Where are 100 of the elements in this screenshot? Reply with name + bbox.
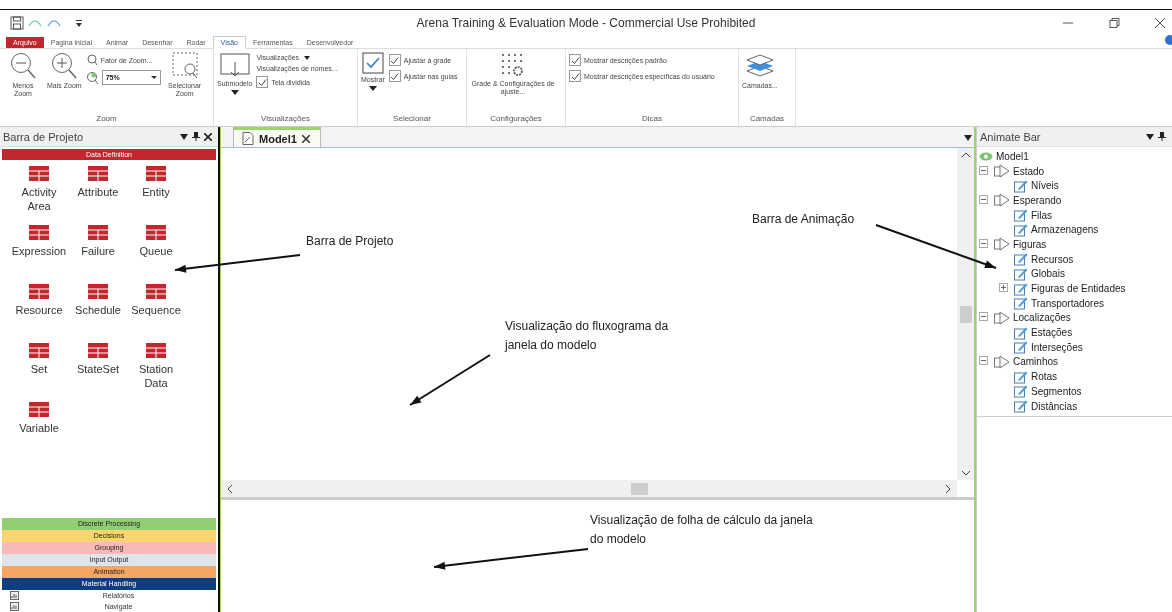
module-item[interactable]: Variable [9,402,69,461]
edit-icon [1014,252,1028,267]
checkbox-icon [361,52,384,74]
vertical-scrollbar[interactable] [957,148,974,480]
customize-menu-icon[interactable] [75,17,83,28]
module-item[interactable]: Set [9,343,69,402]
checkbox[interactable] [256,76,269,88]
report-icon [10,591,19,600]
tree-item[interactable]: Segmentos [1031,385,1082,397]
horizontal-scrollbar[interactable] [221,480,957,497]
tree-item[interactable]: Rotas [1031,371,1058,383]
scroll-left-icon[interactable] [227,484,233,493]
module-item[interactable]: Queue [127,225,185,284]
caret-icon [304,55,311,60]
edit-icon [1014,399,1028,414]
table-icon [146,284,166,299]
edit-icon [1014,178,1028,193]
module-item[interactable]: Schedule [69,284,127,343]
tree-item[interactable]: Filas [1031,209,1053,221]
scroll-thumb[interactable] [959,306,972,323]
panel-title: Animate Bar [980,130,1041,143]
tree-item[interactable]: Figuras [1013,238,1047,250]
expand-toggle[interactable] [979,194,988,206]
expand-toggle[interactable] [979,312,988,324]
module-item[interactable]: StateSet [69,343,127,402]
grid-gear-icon [500,52,526,78]
edit-icon [1014,208,1028,223]
checkbox[interactable] [388,70,401,82]
tree-item[interactable]: Níveis [1031,180,1059,192]
tree-item[interactable]: Globais [1031,268,1065,280]
tree-item[interactable]: Figuras de Entidades [1031,283,1126,295]
pin-icon[interactable] [1158,132,1166,141]
module-item[interactable]: Expression [9,225,69,284]
zoom-percent-icon [85,70,100,85]
animation-folder-icon [994,237,1010,252]
document-tab[interactable]: Model1 [233,127,321,147]
caret-icon [230,90,239,96]
checkbox[interactable] [388,54,401,66]
zoom-in-icon [51,52,78,80]
expand-toggle[interactable] [999,283,1008,295]
group-label: Selecionar [392,114,432,125]
table-icon [88,166,108,181]
restore-button[interactable] [1108,16,1120,29]
close-button[interactable] [1154,16,1166,29]
close-icon[interactable] [204,132,212,141]
expand-toggle[interactable] [979,165,988,177]
help-icon[interactable] [1164,35,1172,45]
edit-icon [1014,340,1028,355]
tree-item[interactable]: Armazenagens [1031,224,1099,236]
module-item[interactable]: Entity [127,166,185,225]
module-item[interactable]: Activity Area [9,166,69,225]
zoom-out-icon [10,52,36,80]
tree-item[interactable]: Caminhos [1013,356,1059,368]
dropdown-icon[interactable] [964,135,972,141]
expand-toggle[interactable] [979,238,988,250]
dropdown-icon[interactable] [180,133,188,140]
save-icon[interactable] [10,15,24,30]
edit-icon [1014,384,1028,399]
pin-icon[interactable] [192,132,200,141]
checkbox[interactable] [569,70,581,82]
tree-item[interactable]: Interseções [1031,341,1083,353]
edit-icon [1014,369,1028,384]
table-icon [146,166,166,181]
expand-toggle[interactable] [979,356,988,368]
module-item[interactable]: Resource [9,284,69,343]
submodel-icon [217,52,252,78]
tree-item[interactable]: Model1 [996,150,1029,162]
dropdown-icon[interactable] [1146,133,1154,140]
group-label: Camadas [748,114,786,125]
annotation-text: Visualização de folha de cálculo da janela do modelo [590,512,814,548]
checkbox[interactable] [569,54,581,66]
eye-icon [979,151,993,161]
tree-item[interactable]: Distâncias [1031,400,1078,412]
tree-item[interactable]: Localizações [1013,312,1071,324]
group-label: Dicas [641,114,663,125]
module-item[interactable]: Sequence [127,284,185,343]
edit-icon [1014,281,1028,296]
scroll-up-icon[interactable] [961,152,970,158]
window-title: Arena Training & Evaluation Mode - Commercial Use Prohibited [415,15,757,30]
report-icon [10,602,19,611]
scroll-thumb[interactable] [631,482,648,495]
tree-item[interactable]: Estado [1013,165,1045,177]
tree-item[interactable]: Transportadores [1031,297,1104,309]
animation-folder-icon [994,354,1010,369]
tree-item[interactable]: Recursos [1031,253,1074,265]
document-icon [242,132,254,145]
annotation-text: Barra de Projeto [306,233,395,250]
animation-folder-icon [994,193,1010,208]
animation-folder-icon [994,164,1010,179]
tree-item[interactable]: Esperando [1013,194,1062,206]
module-item[interactable]: Attribute [69,166,127,225]
close-icon[interactable] [301,134,310,143]
table-icon [88,343,108,358]
scroll-right-icon[interactable] [945,484,951,493]
scroll-down-icon[interactable] [961,470,970,476]
table-icon [29,284,49,299]
module-item[interactable]: Station Data [127,343,185,402]
table-icon [88,225,108,240]
module-item[interactable]: Failure [69,225,127,284]
tree-item[interactable]: Estações [1031,327,1073,339]
